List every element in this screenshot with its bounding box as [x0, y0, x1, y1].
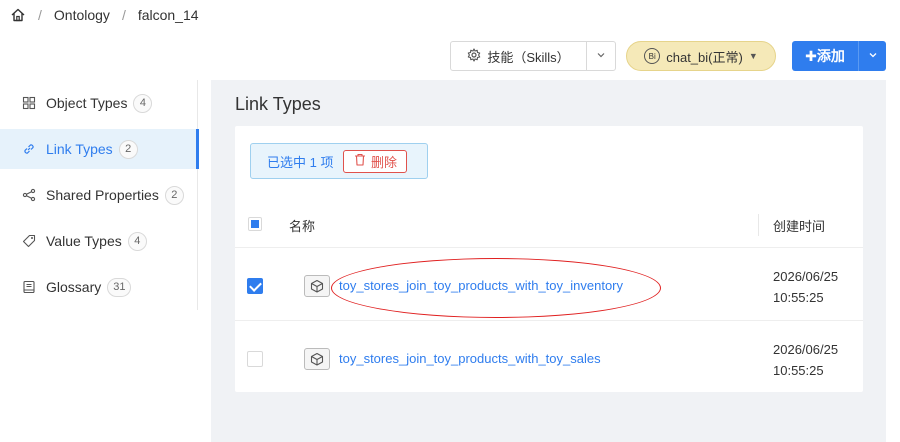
chat-bi-selector[interactable]: Bi chat_bi(正常) ▼ — [626, 41, 776, 71]
chevron-down-icon — [868, 47, 878, 65]
skills-caret-button[interactable] — [587, 42, 615, 70]
skills-button[interactable]: 技能（Skills） — [451, 42, 587, 70]
link-types-card: 已选中 1 项 删除 名称 创建时间 toy_stores_join_toy_p… — [235, 126, 863, 392]
home-icon[interactable] — [10, 7, 26, 23]
add-caret-button[interactable] — [858, 41, 886, 71]
breadcrumb-separator: / — [38, 7, 42, 23]
count-badge: 4 — [127, 231, 147, 251]
link-icon — [22, 142, 36, 156]
count-badge: 4 — [133, 93, 153, 113]
breadcrumb-ontology[interactable]: Ontology — [54, 7, 110, 23]
book-icon — [22, 280, 36, 294]
column-header-created-time: 创建时间 — [773, 219, 826, 234]
sidebar-item-label: Glossary — [46, 279, 102, 295]
sidebar-item-shared-properties[interactable]: Shared Properties 2 — [0, 175, 199, 215]
delete-label: 删除 — [370, 154, 397, 170]
sidebar-item-object-types[interactable]: Object Types 4 — [0, 83, 199, 123]
breadcrumb-current: falcon_14 — [137, 7, 199, 23]
sidebar: Object Types 4 Link Types 2 Shared Prope… — [0, 80, 199, 310]
share-icon — [22, 188, 36, 202]
created-clock: 10:55:25 — [773, 290, 824, 305]
select-all-checkbox[interactable] — [248, 217, 262, 231]
gear-icon — [467, 47, 481, 65]
cube-icon — [304, 348, 330, 370]
count-badge: 2 — [164, 185, 184, 205]
chevron-down-icon — [596, 47, 606, 65]
tag-icon — [22, 234, 36, 248]
sidebar-item-label: Object Types — [46, 95, 128, 111]
breadcrumb: / Ontology / falcon_14 — [10, 5, 199, 25]
skills-label: 技能（Skills） — [487, 49, 570, 65]
caret-down-icon: ▼ — [748, 51, 758, 61]
count-badge: 2 — [118, 139, 138, 159]
count-badge: 31 — [107, 277, 132, 297]
add-split-button: ✚添加 — [792, 41, 886, 71]
add-button[interactable]: ✚添加 — [792, 41, 858, 71]
trash-icon — [354, 153, 366, 169]
chat-bi-label: chat_bi(正常) — [666, 49, 743, 65]
grid-icon — [22, 96, 36, 110]
row-checkbox[interactable] — [247, 278, 263, 294]
toolbar: 技能（Skills） Bi chat_bi(正常) ▼ ✚添加 — [450, 41, 886, 71]
sidebar-item-glossary[interactable]: Glossary 31 — [0, 267, 199, 307]
bi-badge-icon: Bi — [644, 48, 661, 64]
sidebar-item-link-types[interactable]: Link Types 2 — [0, 129, 199, 169]
created-time: 2026/06/25 10:55:25 — [773, 266, 838, 308]
link-type-name[interactable]: toy_stores_join_toy_products_with_toy_in… — [339, 278, 623, 293]
selection-bar: 已选中 1 项 删除 — [250, 143, 428, 179]
breadcrumb-separator: / — [121, 7, 126, 23]
created-date: 2026/06/25 — [773, 342, 839, 357]
selection-count: 已选中 1 项 — [267, 154, 334, 170]
link-type-name[interactable]: toy_stores_join_toy_products_with_toy_sa… — [339, 351, 601, 366]
sidebar-item-label: Value Types — [46, 233, 122, 249]
delete-button[interactable]: 删除 — [343, 149, 408, 173]
table-header: 名称 创建时间 — [235, 202, 863, 248]
main-panel: Link Types 已选中 1 项 删除 名称 创建时间 toy_stores… — [211, 80, 886, 442]
row-checkbox[interactable] — [247, 351, 263, 367]
created-date: 2026/06/25 — [773, 269, 839, 284]
page-title: Link Types — [235, 94, 321, 114]
created-time: 2026/06/25 10:55:25 — [773, 339, 838, 381]
column-divider — [758, 214, 759, 236]
sidebar-item-label: Link Types — [46, 141, 113, 157]
table-row: toy_stores_join_toy_products_with_toy_sa… — [235, 322, 863, 394]
column-header-name: 名称 — [289, 219, 316, 234]
skills-dropdown: 技能（Skills） — [450, 41, 616, 71]
sidebar-item-label: Shared Properties — [46, 187, 159, 203]
created-clock: 10:55:25 — [773, 363, 824, 378]
table-row: toy_stores_join_toy_products_with_toy_in… — [235, 249, 863, 321]
cube-icon — [304, 275, 330, 297]
sidebar-item-value-types[interactable]: Value Types 4 — [0, 221, 199, 261]
